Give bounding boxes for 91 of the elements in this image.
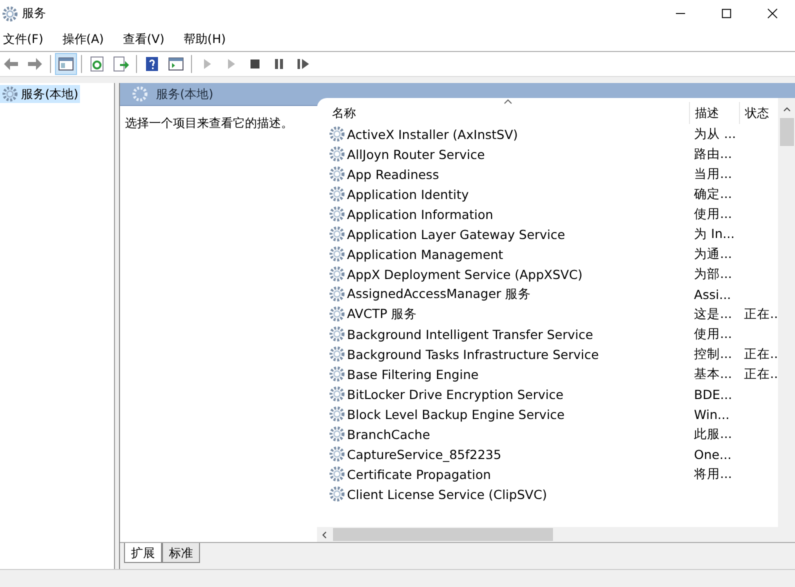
service-name[interactable]: BranchCache (347, 426, 430, 442)
service-status: 正在.. (744, 346, 778, 362)
gear-icon (329, 186, 346, 202)
horizontal-scrollbar[interactable] (317, 527, 778, 542)
service-name[interactable]: Certificate Propagation (347, 466, 491, 482)
panel-window-icon (58, 56, 74, 72)
service-name[interactable]: AVCTP 服务 (347, 306, 418, 322)
gear-icon (329, 286, 346, 302)
panel-title: 服务(本地) (156, 86, 214, 102)
service-name[interactable]: AssignedAccessManager 服务 (347, 286, 532, 302)
service-description: 基本... (694, 366, 732, 382)
service-name[interactable]: AppX Deployment Service (AppXSVC) (347, 266, 583, 282)
gear-icon (329, 386, 346, 402)
menu-item[interactable]: 文件(F) (0, 30, 46, 48)
service-description: 此服... (694, 426, 732, 442)
service-description: 为通... (694, 246, 732, 262)
service-name[interactable]: CaptureService_85f2235 (347, 446, 502, 462)
service-description: One... (694, 446, 732, 462)
service-name[interactable]: AllJoyn Router Service (347, 146, 485, 162)
service-name[interactable]: Application Information (347, 206, 494, 222)
gear-icon (329, 246, 346, 262)
scroll-up-icon (782, 106, 790, 114)
service-description: Win... (694, 406, 730, 422)
service-description: 为 In... (694, 226, 735, 242)
gear-icon (132, 86, 148, 102)
gear-icon (329, 266, 346, 282)
export-icon (113, 56, 129, 72)
service-description: 控制... (694, 346, 732, 362)
gear-icon (329, 366, 346, 382)
service-status: 正在.. (744, 306, 778, 322)
back-arrow-icon (3, 56, 19, 72)
gear-icon (329, 466, 346, 482)
tree-button[interactable] (55, 53, 77, 75)
service-description: 使用... (694, 206, 732, 222)
help-icon (144, 56, 160, 72)
window-title: 服务 (22, 5, 46, 22)
resume-icon (295, 56, 311, 72)
gear-icon (329, 146, 346, 162)
service-description: 确定... (694, 186, 732, 202)
service-name[interactable]: Block Level Backup Engine Service (347, 406, 565, 422)
service-name[interactable]: Application Identity (347, 186, 469, 202)
service-name[interactable]: Background Intelligent Transfer Service (347, 326, 594, 342)
gear-icon (329, 406, 346, 422)
gear-icon (329, 126, 346, 142)
service-name[interactable]: ActiveX Installer (AxInstSV) (347, 126, 518, 142)
service-status: 正在.. (744, 366, 778, 382)
close-icon (766, 8, 778, 19)
service-name[interactable]: Application Management (347, 246, 504, 262)
gear-icon (329, 166, 346, 182)
menu-item[interactable]: 查看(V) (120, 30, 166, 48)
gear-icon (329, 306, 346, 322)
forward-arrow-icon (27, 56, 43, 72)
scroll-left-icon (321, 530, 330, 538)
service-description: 这是... (694, 306, 732, 322)
gear-icon (329, 446, 346, 462)
column-header[interactable]: 描述 (689, 102, 740, 124)
gear-icon (329, 426, 346, 442)
view-tab[interactable]: 标准 (162, 543, 200, 563)
view-tab[interactable]: 扩展 (124, 543, 162, 563)
menu-item[interactable]: 帮助(H) (180, 30, 228, 48)
gear-icon (329, 206, 346, 222)
service-description: BDE... (694, 386, 732, 402)
service-name[interactable]: App Readiness (347, 166, 439, 182)
service-name[interactable]: Application Layer Gateway Service (347, 226, 566, 242)
vertical-scrollbar[interactable] (778, 98, 795, 542)
maximize-icon (720, 8, 732, 19)
service-description: 路由... (694, 146, 732, 162)
gear-icon (329, 346, 346, 362)
gear-icon (2, 6, 18, 22)
description-hint: 选择一个项目来查看它的描述。 (125, 116, 293, 130)
service-description: 将用... (694, 466, 732, 482)
service-description: 使用... (694, 326, 732, 342)
refresh-icon (89, 56, 105, 72)
scroll-thumb[interactable] (780, 118, 794, 146)
gear-icon (2, 86, 18, 102)
menu-item[interactable]: 操作(A) (59, 30, 106, 48)
service-name[interactable]: Base Filtering Engine (347, 366, 479, 382)
gear-icon (329, 486, 346, 502)
service-description: Assi... (694, 286, 732, 302)
service-description: 当用... (694, 166, 732, 182)
scroll-thumb[interactable] (333, 528, 554, 541)
service-name[interactable]: Client License Service (ClipSVC) (347, 486, 548, 502)
window-icon (168, 56, 184, 72)
service-name[interactable]: BitLocker Drive Encryption Service (347, 386, 564, 402)
gear-icon (329, 226, 346, 242)
gear-icon (329, 326, 346, 342)
service-name[interactable]: Background Tasks Infrastructure Service (347, 346, 599, 362)
column-header[interactable]: 名称 (317, 102, 690, 124)
tree-item[interactable]: 服务(本地) (0, 85, 80, 103)
service-description: 为部... (694, 266, 732, 282)
service-description: 为从 ... (694, 126, 736, 142)
